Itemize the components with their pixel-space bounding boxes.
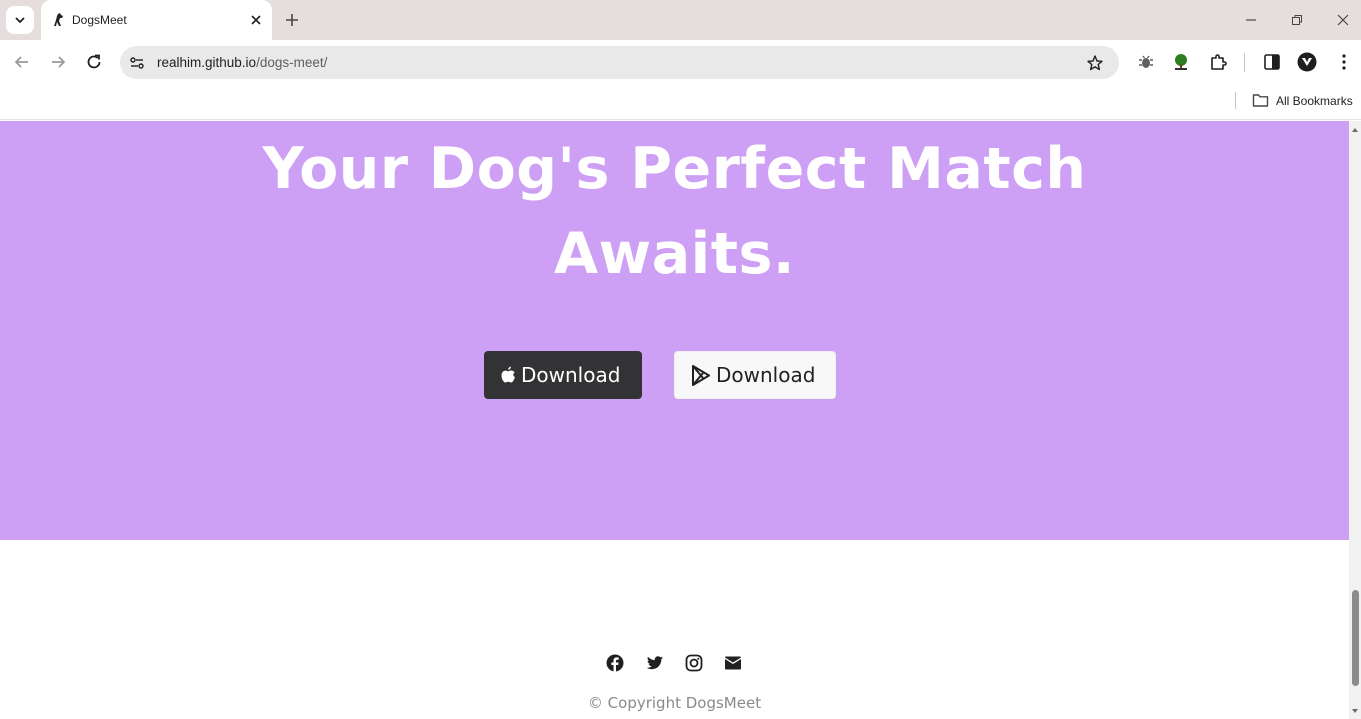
bookmarks-bar: All Bookmarks — [0, 85, 1361, 120]
envelope-icon[interactable] — [724, 654, 742, 672]
side-panel-icon[interactable] — [1262, 52, 1282, 72]
new-tab-icon[interactable] — [283, 11, 301, 29]
forward-icon[interactable] — [48, 52, 68, 72]
restore-icon[interactable] — [1289, 12, 1305, 28]
google-play-icon — [692, 364, 710, 386]
hero-title: Your Dog's Perfect Match Awaits. — [0, 127, 1349, 297]
back-icon[interactable] — [12, 52, 32, 72]
address-bar[interactable]: realhim.github.io/dogs-meet/ — [120, 46, 1119, 79]
url-text[interactable]: realhim.github.io/dogs-meet/ — [157, 55, 327, 70]
tab-dogsmeet[interactable]: DogsMeet — [41, 0, 272, 40]
browser-toolbar: realhim.github.io/dogs-meet/ — [0, 40, 1361, 85]
dog-favicon-icon — [54, 13, 63, 26]
chevron-down-icon — [15, 17, 25, 24]
tab-search-button[interactable] — [6, 6, 34, 34]
bookmark-star-icon[interactable] — [1086, 54, 1104, 72]
app-store-download-button[interactable]: Download — [484, 351, 642, 399]
bug-extension-icon[interactable] — [1136, 52, 1156, 72]
all-bookmarks-button[interactable]: All Bookmarks — [1252, 93, 1353, 108]
browser-menu-icon[interactable] — [1334, 52, 1354, 72]
copyright-text: © Copyright DogsMeet — [587, 694, 762, 712]
site-settings-icon[interactable] — [128, 54, 146, 72]
all-bookmarks-label: All Bookmarks — [1276, 93, 1353, 108]
google-play-download-button[interactable]: Download — [674, 351, 836, 399]
google-play-download-label: Download — [716, 363, 816, 387]
url-path: /dogs-meet/ — [256, 55, 328, 70]
hero-section: Your Dog's Perfect Match Awaits. Downloa… — [0, 121, 1349, 540]
url-host: realhim.github.io — [157, 55, 257, 70]
tab-strip: DogsMeet — [0, 0, 1361, 40]
close-window-icon[interactable] — [1335, 12, 1351, 28]
minimize-icon[interactable] — [1243, 12, 1259, 28]
facebook-icon[interactable] — [606, 654, 624, 672]
apple-icon — [501, 366, 515, 382]
toolbar-separator — [1244, 53, 1245, 72]
bookmarks-separator — [1235, 92, 1236, 109]
extensions-puzzle-icon[interactable] — [1208, 52, 1228, 72]
folder-icon — [1252, 94, 1269, 107]
close-tab-icon[interactable] — [248, 12, 264, 28]
reload-icon[interactable] — [84, 52, 104, 72]
tab-title: DogsMeet — [72, 13, 127, 27]
tree-extension-icon[interactable] — [1171, 52, 1191, 72]
twitter-icon[interactable] — [646, 654, 664, 672]
page-scrollbar[interactable] — [1349, 121, 1361, 719]
scrollbar-thumb[interactable] — [1352, 590, 1359, 686]
hero-title-line-1: Your Dog's Perfect Match — [262, 136, 1087, 202]
scroll-up-arrow-icon[interactable] — [1351, 126, 1359, 134]
page-viewport: Your Dog's Perfect Match Awaits. Downloa… — [0, 121, 1349, 719]
hero-title-line-2: Awaits. — [553, 221, 796, 287]
app-store-download-label: Download — [521, 363, 621, 387]
profile-avatar-icon[interactable] — [1297, 52, 1317, 72]
instagram-icon[interactable] — [685, 654, 703, 672]
scroll-down-arrow-icon[interactable] — [1351, 707, 1359, 715]
